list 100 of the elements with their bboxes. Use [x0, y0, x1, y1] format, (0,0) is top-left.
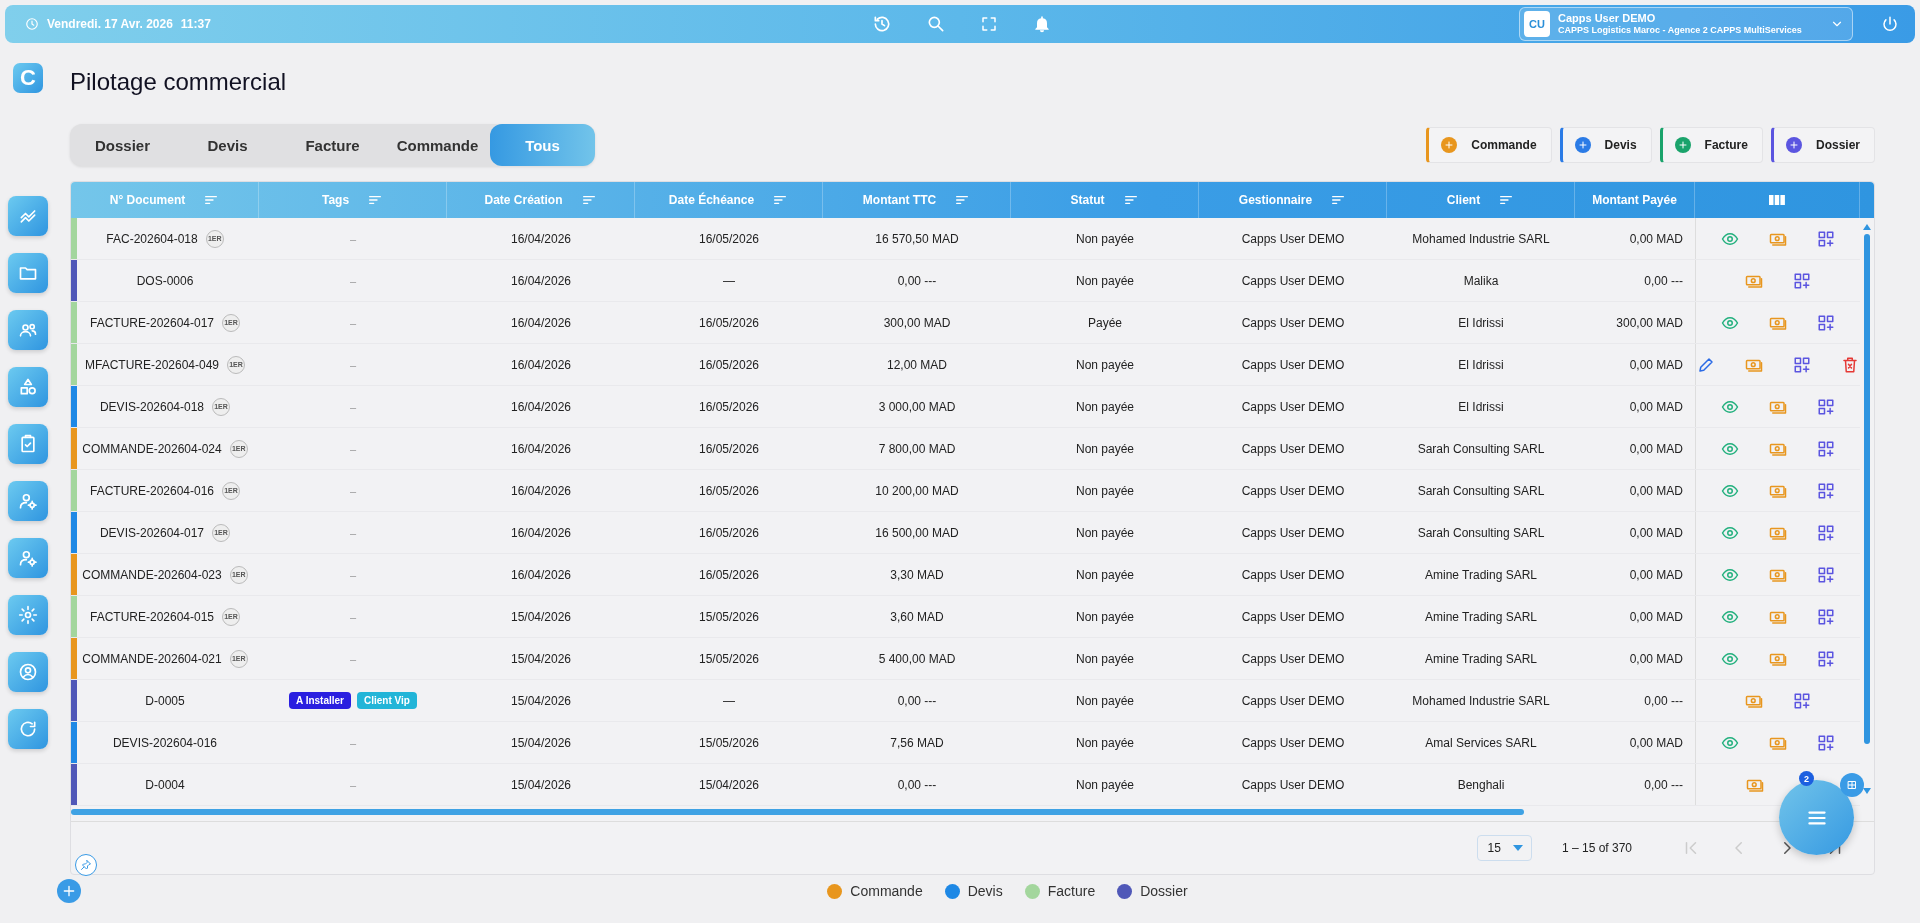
layout-icon — [1846, 779, 1858, 791]
filter-tab[interactable]: Facture — [280, 124, 385, 166]
table-cell: Capps User DEMO — [1241, 315, 1345, 330]
user-gear-icon — [18, 548, 38, 568]
document-number[interactable]: COMMANDE-202604-024 — [82, 441, 222, 456]
table-cell: – — [349, 400, 357, 413]
document-number[interactable]: DEVIS-202604-018 — [99, 399, 205, 414]
table-cell: Non payée — [1075, 525, 1134, 540]
table-cell: — — [723, 273, 735, 288]
document-number[interactable]: FACTURE-202604-017 — [89, 315, 215, 330]
horizontal-scrollbar[interactable] — [71, 809, 1524, 815]
table-cell: Capps User DEMO — [1241, 735, 1345, 750]
grid-plus-icon[interactable] — [1817, 607, 1835, 626]
add-button[interactable]: Dossier — [1770, 127, 1875, 163]
sidebar-item[interactable] — [8, 253, 48, 293]
document-number[interactable]: COMMANDE-202604-021 — [82, 651, 222, 666]
table-cell: 0,00 MAD — [1629, 525, 1683, 540]
table-cell: Capps User DEMO — [1241, 693, 1345, 708]
document-number[interactable]: DEVIS-202604-016 — [112, 735, 218, 750]
search-icon[interactable] — [926, 14, 946, 34]
power-icon[interactable] — [1881, 15, 1899, 33]
table-cell: – — [349, 778, 357, 791]
grid-plus-icon[interactable] — [1817, 523, 1835, 542]
delete-icon[interactable] — [1841, 355, 1859, 374]
history-icon[interactable] — [872, 14, 892, 34]
filter-tab[interactable]: Commande — [385, 124, 490, 166]
sidebar-item[interactable] — [8, 310, 48, 350]
page-range: 1 – 15 of 370 — [1561, 841, 1632, 855]
table-cell: 15/04/2026 — [510, 609, 572, 624]
table-cell: – — [349, 232, 357, 245]
user-avatar: CU — [1524, 11, 1550, 37]
table-cell: 0,00 MAD — [1629, 399, 1683, 414]
table-cell: El Idrissi — [1458, 357, 1504, 372]
table-cell: Capps User DEMO — [1241, 609, 1345, 624]
table-cell: 15/04/2026 — [510, 777, 572, 792]
tag: Client Vip — [357, 692, 417, 709]
add-button[interactable]: Devis — [1559, 127, 1652, 163]
grid-plus-icon[interactable] — [1793, 691, 1811, 710]
table-cell: — — [723, 693, 735, 708]
pin-icon — [80, 859, 92, 871]
grid-plus-icon[interactable] — [1817, 439, 1835, 458]
grid-plus-icon[interactable] — [1793, 271, 1811, 290]
sidebar-item[interactable] — [8, 196, 48, 236]
sidebar-item[interactable] — [8, 367, 48, 407]
grid-plus-icon[interactable] — [1817, 229, 1835, 248]
table-cell: 16 570,50 MAD — [875, 231, 959, 246]
document-number[interactable]: FAC-202604-018 — [106, 231, 198, 246]
table-cell: Amine Trading SARL — [1424, 651, 1538, 666]
grid-plus-icon[interactable] — [1817, 733, 1835, 752]
document-number[interactable]: COMMANDE-202604-023 — [82, 567, 222, 582]
document-number[interactable]: FACTURE-202604-016 — [89, 483, 215, 498]
legend-label: Devis — [967, 883, 1003, 899]
table-cell: – — [349, 316, 357, 329]
document-number[interactable]: D-0005 — [145, 693, 185, 708]
table-cell: Capps User DEMO — [1241, 399, 1345, 414]
table-cell: 15/05/2026 — [698, 609, 760, 624]
grid-plus-icon[interactable] — [1817, 481, 1835, 500]
grid-plus-icon[interactable] — [1817, 397, 1835, 416]
table-cell: 15/04/2026 — [510, 735, 572, 750]
sidebar-item[interactable] — [8, 481, 48, 521]
sidebar-item[interactable] — [8, 424, 48, 464]
table-cell: Capps User DEMO — [1241, 483, 1345, 498]
filter-tab[interactable]: Devis — [175, 124, 280, 166]
document-number[interactable]: MFACTURE-202604-049 — [84, 357, 220, 372]
table-cell: Amine Trading SARL — [1424, 567, 1538, 582]
sidebar-item[interactable] — [8, 595, 48, 635]
table-cell: Non payée — [1075, 357, 1134, 372]
table-cell: Sarah Consulting SARL — [1417, 441, 1545, 456]
document-number[interactable]: DEVIS-202604-017 — [99, 525, 205, 540]
add-button[interactable]: Commande — [1426, 127, 1552, 163]
table-cell: Non payée — [1075, 651, 1134, 666]
document-number[interactable]: D-0004 — [145, 777, 185, 792]
table-cell: Sarah Consulting SARL — [1417, 483, 1545, 498]
columns-icon[interactable] — [1769, 194, 1785, 206]
page-size-select[interactable]: 15 — [1476, 835, 1532, 861]
table-cell: – — [349, 442, 357, 455]
table-cell: Non payée — [1075, 567, 1134, 582]
document-number[interactable]: FACTURE-202604-015 — [89, 609, 215, 624]
table-cell: – — [349, 484, 357, 497]
sidebar-item[interactable] — [8, 709, 48, 749]
table-cell: 0,00 MAD — [1629, 567, 1683, 582]
bell-icon[interactable] — [1032, 14, 1052, 34]
table-cell: 0,00 --- — [897, 273, 937, 288]
grid-plus-icon[interactable] — [1793, 355, 1811, 374]
table-cell: 15/04/2026 — [510, 693, 572, 708]
grid-plus-icon[interactable] — [1817, 565, 1835, 584]
edit-icon[interactable] — [1697, 355, 1715, 374]
fullscreen-icon[interactable] — [980, 15, 998, 33]
add-fab[interactable] — [57, 879, 81, 903]
table-cell: 15/05/2026 — [698, 651, 760, 666]
sidebar-item[interactable] — [8, 652, 48, 692]
table-cell: Capps User DEMO — [1241, 525, 1345, 540]
grid-plus-icon[interactable] — [1817, 649, 1835, 668]
document-number[interactable]: DOS-0006 — [136, 273, 194, 288]
table-cell: 16/05/2026 — [698, 525, 760, 540]
sidebar-item[interactable] — [8, 538, 48, 578]
filter-tab[interactable]: Dossier — [70, 124, 175, 166]
add-button[interactable]: Facture — [1659, 127, 1763, 163]
grid-plus-icon[interactable] — [1817, 313, 1835, 332]
table-cell: – — [349, 610, 357, 623]
